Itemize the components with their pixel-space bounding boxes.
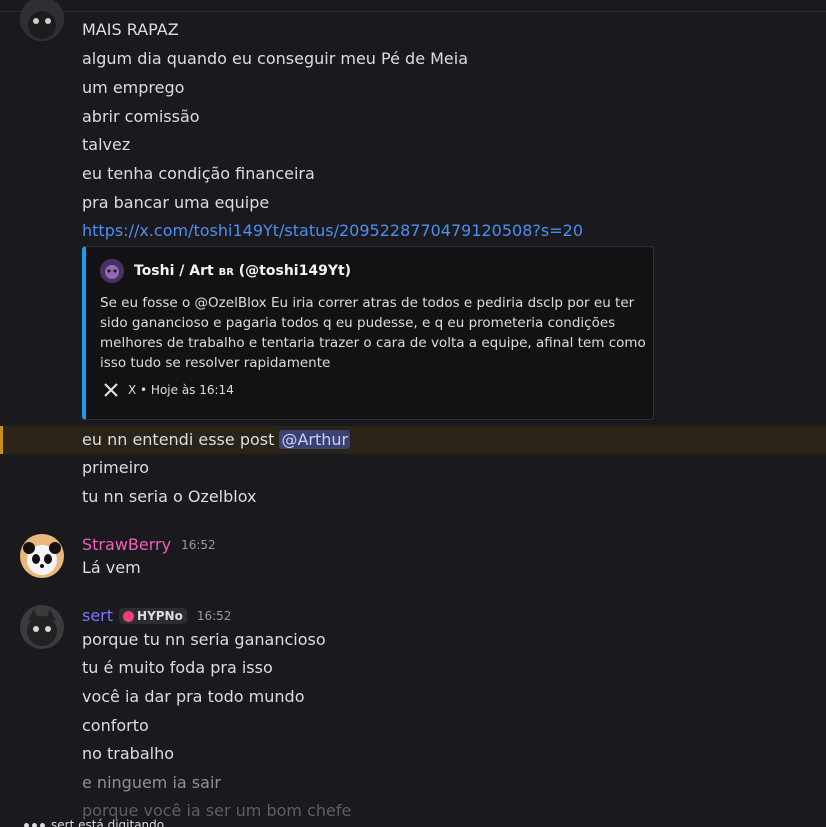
message-line: primeiro (82, 458, 150, 477)
message-line: conforto (82, 716, 149, 735)
message-line: você ia dar pra todo mundo (82, 687, 305, 706)
message-line: porque tu nn seria ganancioso (82, 630, 326, 649)
message-line: Lá vem (82, 558, 141, 577)
avatar-sert-top[interactable] (20, 0, 64, 41)
cat-avatar-icon (20, 605, 64, 649)
author-avatar-icon (100, 259, 124, 283)
embed-body: Se eu fosse o @OzelBlox Eu iria correr a… (100, 293, 646, 373)
flag-badge: BR (218, 267, 234, 278)
embed-body-line: melhores de trabalho e tentaria trazer o… (100, 335, 646, 351)
message-line: pra bancar uma equipe (82, 193, 270, 212)
embed-author-name: Toshi / Art BR (@toshi149Yt) (134, 263, 351, 279)
message-line: eu tenha condição financeira (82, 164, 315, 183)
embed-author-display: Toshi / Art (134, 263, 214, 279)
username-sert[interactable]: sert (82, 605, 113, 627)
mention-line-text: eu nn entendi esse post (82, 430, 275, 449)
typing-text: sert está digitando... (51, 818, 176, 827)
message-header-strawberry: StrawBerry 16:52 (82, 534, 216, 556)
embed-body-line: sido ganancioso e pagaria todos q eu pud… (100, 315, 616, 331)
avatar-strawberry[interactable] (20, 534, 64, 578)
tweet-embed[interactable]: Toshi / Art BR (@toshi149Yt) Se eu fosse… (82, 246, 654, 420)
tag-icon (123, 610, 135, 622)
embed-footer-text: X • Hoje às 16:14 (128, 383, 234, 397)
chat-messages: MAIS RAPAZ algum dia quando eu conseguir… (0, 0, 826, 827)
message-line: tu nn seria o Ozelblox (82, 487, 257, 506)
username-strawberry[interactable]: StrawBerry (82, 534, 171, 556)
x-logo-icon (104, 383, 118, 397)
embed-author[interactable]: Toshi / Art BR (@toshi149Yt) (100, 259, 351, 283)
timestamp[interactable]: 16:52 (181, 538, 216, 552)
tag-label: HYPNo (137, 609, 183, 623)
message-header-sert: sert HYPNo 16:52 (82, 605, 231, 627)
embed-footer: X • Hoje às 16:14 (104, 383, 234, 397)
message-line: um emprego (82, 78, 185, 97)
message-line: no trabalho (82, 744, 175, 763)
timestamp[interactable]: 16:52 (197, 609, 232, 623)
embed-body-line: Se eu fosse o @OzelBlox Eu iria correr a… (100, 295, 635, 311)
tweet-link[interactable]: https://x.com/toshi149Yt/status/20952287… (82, 220, 583, 242)
cat-avatar-icon (20, 0, 64, 41)
panda-avatar-icon (20, 534, 64, 578)
user-mention[interactable]: @Arthur (279, 430, 351, 449)
message-line: e ninguem ia sair (82, 773, 221, 792)
top-divider (0, 11, 826, 12)
typing-indicator: sert está digitando... (24, 818, 175, 827)
message-line: MAIS RAPAZ (82, 20, 179, 39)
message-line: algum dia quando eu conseguir meu Pé de … (82, 49, 469, 68)
typing-dots-icon (24, 822, 45, 827)
message-line: abrir comissão (82, 107, 200, 126)
message-line: talvez (82, 135, 131, 154)
message-line: tu é muito foda pra isso (82, 658, 273, 677)
embed-body-line: isso tudo se resolver rapidamente (100, 355, 331, 371)
embed-author-handle: (@toshi149Yt) (238, 263, 352, 279)
avatar-sert[interactable] (20, 605, 64, 649)
guild-tag[interactable]: HYPNo (119, 608, 187, 624)
embed-author-avatar[interactable] (100, 259, 124, 283)
message-line-mention: eu nn entendi esse post @Arthur (82, 429, 351, 451)
